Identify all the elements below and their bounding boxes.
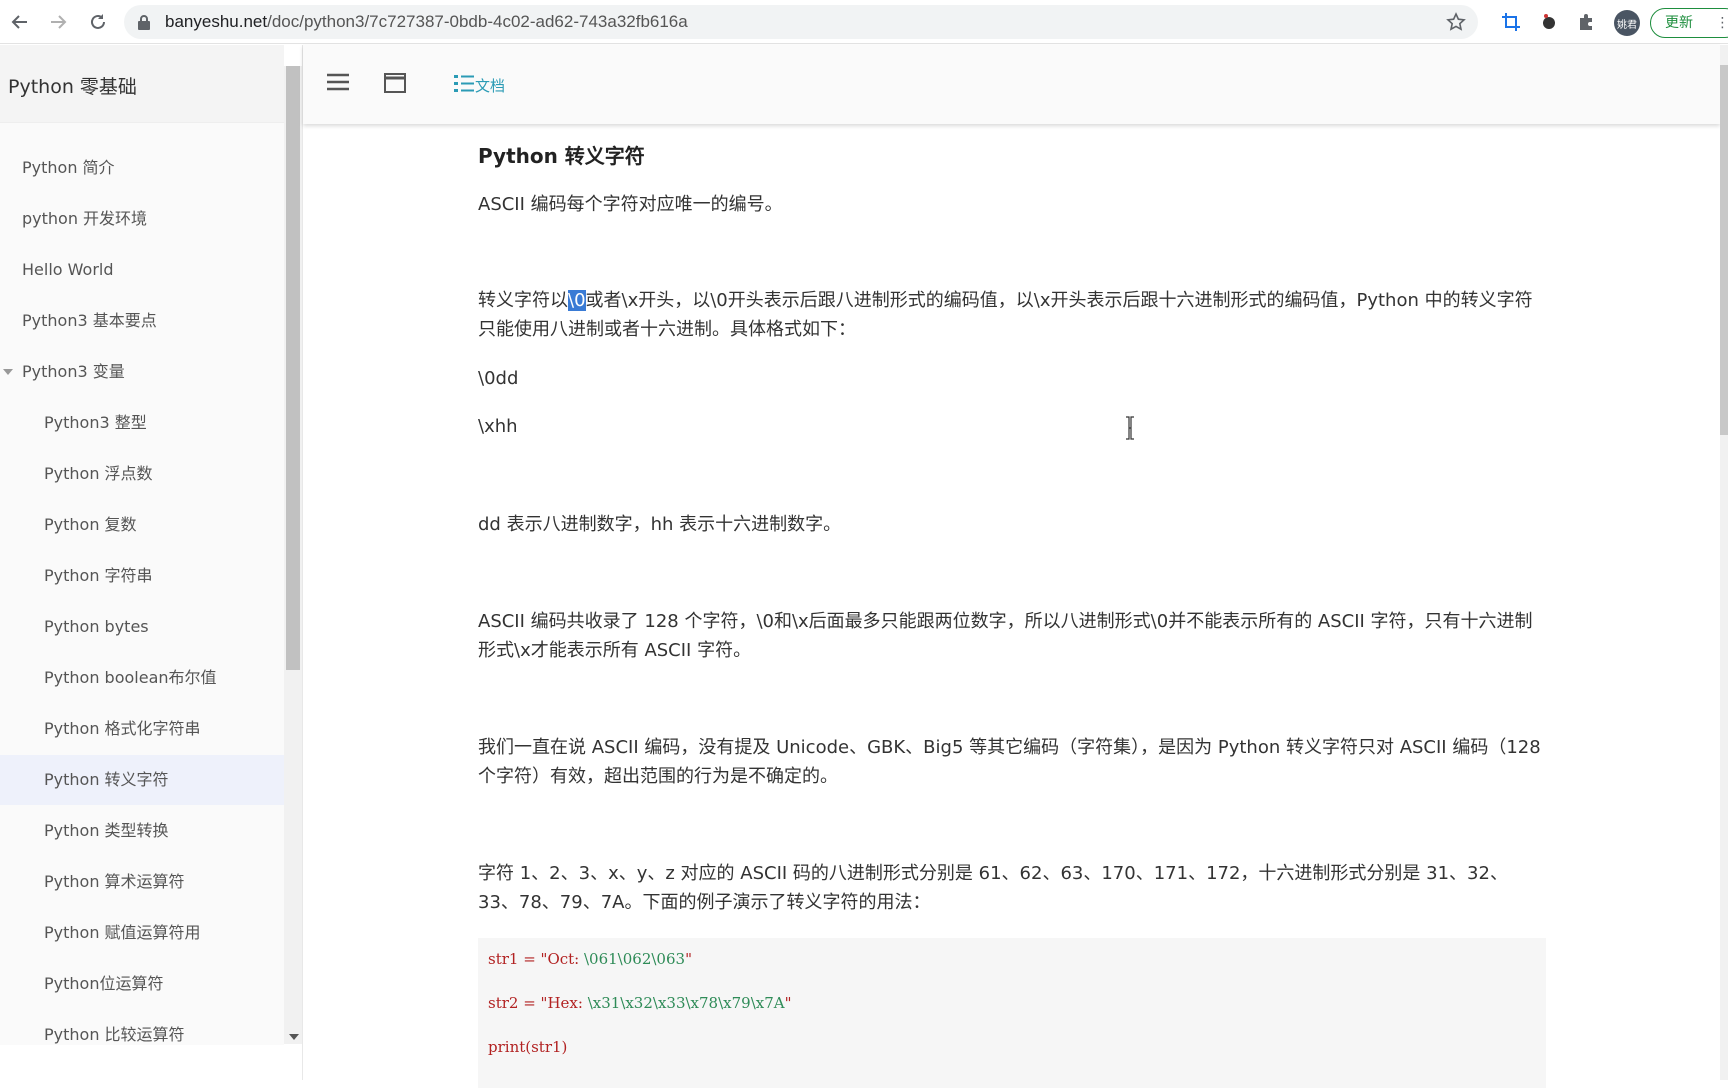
- sidebar-item[interactable]: Python 简介: [0, 145, 284, 191]
- back-icon[interactable]: [6, 8, 34, 36]
- page-title: Python 转义字符: [478, 144, 645, 168]
- address-bar[interactable]: banyeshu.net/doc/python3/7c727387-0bdb-4…: [124, 5, 1478, 39]
- list-icon: [453, 73, 475, 97]
- window-icon[interactable]: [384, 73, 406, 93]
- sidebar-item[interactable]: Python boolean布尔值: [0, 655, 284, 701]
- profile-avatar[interactable]: 姚君: [1614, 10, 1640, 36]
- sidebar: Python 零基础 Python 简介 python 开发环境 Hello W…: [0, 45, 284, 1045]
- crop-extension-icon[interactable]: [1498, 9, 1524, 35]
- text-cursor-icon: [1125, 416, 1135, 440]
- caret-down-icon: [3, 369, 13, 375]
- paragraph: 转义字符以\0或者\x开头，以\0开头表示后跟八进制形式的编码值，以\x开头表示…: [478, 290, 1533, 340]
- format-line: \xhh: [478, 416, 518, 437]
- code-line: print(str1): [488, 1038, 568, 1056]
- page-scrollbar[interactable]: [1720, 45, 1728, 1080]
- extensions-puzzle-icon[interactable]: [1574, 9, 1600, 35]
- bookmark-star-icon[interactable]: [1446, 12, 1466, 36]
- code-block: str1 = "Oct: \061\062\063" str2 = "Hex: …: [478, 938, 1546, 1088]
- sidebar-item[interactable]: Python 复数: [0, 502, 284, 548]
- sidebar-item[interactable]: Python3 整型: [0, 400, 284, 446]
- doc-tab[interactable]: 文档: [453, 73, 505, 97]
- url-text: banyeshu.net/doc/python3/7c727387-0bdb-4…: [165, 12, 688, 31]
- code-line: str1 = "Oct: \061\062\063": [488, 950, 692, 968]
- lock-icon: [137, 14, 151, 34]
- paragraph: ASCII 编码共收录了 128 个字符，\0和\x后面最多只能跟两位数字，所以…: [478, 611, 1533, 661]
- sidebar-item[interactable]: Python 字符串: [0, 553, 284, 599]
- sidebar-item-variables[interactable]: Python3 变量: [0, 349, 284, 395]
- content-toolbar: 文档: [303, 45, 1720, 124]
- scroll-down-arrow-icon[interactable]: [289, 1034, 299, 1040]
- code-line: str2 = "Hex: \x31\x32\x33\x78\x79\x7A": [488, 994, 792, 1012]
- sidebar-brand-title: Python 零基础: [8, 76, 137, 98]
- update-button[interactable]: 更新 ⋮: [1650, 8, 1728, 38]
- sidebar-item[interactable]: python 开发环境: [0, 196, 284, 242]
- sidebar-scrollbar[interactable]: [284, 66, 302, 1044]
- forward-icon[interactable]: [44, 8, 72, 36]
- sidebar-item[interactable]: Python位运算符: [0, 961, 284, 1007]
- sidebar-divider: [302, 45, 303, 1080]
- menu-icon[interactable]: [326, 73, 350, 91]
- paragraph: dd 表示八进制数字，hh 表示十六进制数字。: [478, 514, 842, 535]
- sidebar-item[interactable]: Python 浮点数: [0, 451, 284, 497]
- sidebar-item[interactable]: Python3 基本要点: [0, 298, 284, 344]
- text-selection: \0: [568, 290, 586, 311]
- sidebar-item[interactable]: Python 算术运算符: [0, 859, 284, 905]
- paragraph: ASCII 编码每个字符对应唯一的编号。: [478, 194, 783, 215]
- sidebar-scrollbar-thumb[interactable]: [286, 66, 300, 670]
- sidebar-item[interactable]: Python bytes: [0, 604, 284, 650]
- sidebar-item[interactable]: Python 格式化字符串: [0, 706, 284, 752]
- paragraph: 字符 1、2、3、x、y、z 对应的 ASCII 码的八进制形式分别是 61、6…: [478, 863, 1508, 913]
- sidebar-item[interactable]: Python 比较运算符: [0, 1012, 284, 1058]
- sidebar-item[interactable]: Python 赋值运算符用: [0, 910, 284, 956]
- page-scrollbar-thumb[interactable]: [1720, 65, 1728, 435]
- sidebar-item[interactable]: Hello World: [0, 247, 284, 293]
- paragraph: 我们一直在说 ASCII 编码，没有提及 Unicode、GBK、Big5 等其…: [478, 737, 1541, 787]
- format-line: \0dd: [478, 368, 519, 389]
- sidebar-brand: Python 零基础: [0, 45, 284, 123]
- doc-tab-label: 文档: [475, 76, 506, 95]
- sidebar-item-active[interactable]: Python 转义字符: [0, 755, 284, 805]
- sidebar-item[interactable]: Python 类型转换: [0, 808, 284, 854]
- camera-extension-icon[interactable]: [1536, 9, 1562, 35]
- reload-icon[interactable]: [84, 8, 112, 36]
- browser-toolbar: banyeshu.net/doc/python3/7c727387-0bdb-4…: [0, 0, 1728, 44]
